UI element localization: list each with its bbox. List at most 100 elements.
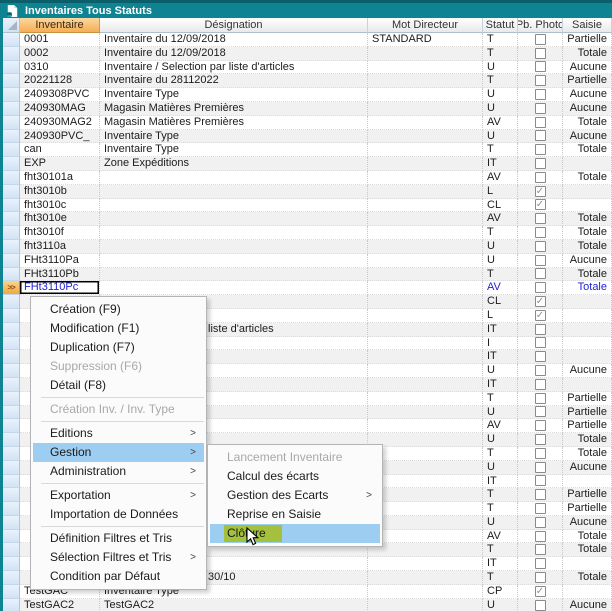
cell-statut[interactable]: T [483, 33, 518, 47]
cell-pb-photo[interactable] [518, 502, 563, 516]
cell-mot-directeur[interactable] [368, 323, 483, 337]
cell-mot-directeur[interactable]: STANDARD [368, 33, 483, 47]
cell-saisie[interactable] [563, 350, 612, 364]
cell-statut[interactable]: L [483, 185, 518, 199]
cell-saisie[interactable] [563, 475, 612, 489]
column-header-mot-directeur[interactable]: Mot Directeur [368, 18, 483, 33]
cell-mot-directeur[interactable] [368, 350, 483, 364]
cell-inventaire[interactable]: 0310 [20, 61, 100, 75]
cell-statut[interactable]: AV [483, 212, 518, 226]
row-header[interactable] [3, 254, 20, 268]
cell-statut[interactable]: U [483, 461, 518, 475]
cell-designation[interactable] [100, 212, 368, 226]
pb-photo-checkbox[interactable] [535, 255, 546, 266]
pb-photo-checkbox[interactable] [535, 448, 546, 459]
cell-statut[interactable]: T [483, 447, 518, 461]
row-header[interactable] [3, 185, 20, 199]
pb-photo-checkbox[interactable] [535, 337, 546, 348]
cell-designation[interactable] [100, 268, 368, 282]
cell-inventaire[interactable]: EXP [20, 157, 100, 171]
row-header[interactable] [3, 350, 20, 364]
cell-mot-directeur[interactable] [368, 585, 483, 599]
cell-saisie[interactable] [563, 309, 612, 323]
menu-item[interactable]: Définition Filtres et Tris [33, 529, 204, 548]
cell-pb-photo[interactable] [518, 571, 563, 585]
row-header[interactable] [3, 295, 20, 309]
menu-item[interactable]: Administration> [33, 462, 204, 481]
row-header[interactable] [3, 157, 20, 171]
cell-pb-photo[interactable] [518, 419, 563, 433]
cell-mot-directeur[interactable] [368, 309, 483, 323]
cell-mot-directeur[interactable] [368, 419, 483, 433]
cell-pb-photo[interactable] [518, 281, 563, 295]
cell-pb-photo[interactable] [518, 212, 563, 226]
row-header[interactable] [3, 419, 20, 433]
table-row[interactable]: 0002 Inventaire du 12/09/2018 T Totale [3, 47, 612, 61]
cell-statut[interactable]: AV [483, 419, 518, 433]
pb-photo-checkbox[interactable] [535, 572, 546, 583]
cell-statut[interactable]: U [483, 88, 518, 102]
pb-photo-checkbox[interactable] [535, 89, 546, 100]
pb-photo-checkbox[interactable] [535, 130, 546, 141]
cell-saisie[interactable]: Totale [563, 543, 612, 557]
table-row[interactable]: 240930PVC_ Inventaire Type U Aucune [3, 130, 612, 144]
row-header[interactable] [3, 61, 20, 75]
pb-photo-checkbox[interactable] [535, 117, 546, 128]
cell-mot-directeur[interactable] [368, 516, 483, 530]
row-header[interactable] [3, 88, 20, 102]
cell-saisie[interactable]: Totale [563, 47, 612, 61]
cell-designation[interactable] [100, 199, 368, 213]
menu-item[interactable]: Gestion> [33, 443, 204, 462]
row-header[interactable] [3, 447, 20, 461]
cell-mot-directeur[interactable] [368, 47, 483, 61]
cell-statut[interactable]: U [483, 364, 518, 378]
cell-mot-directeur[interactable] [368, 157, 483, 171]
cell-inventaire[interactable]: fht3010e [20, 212, 100, 226]
cell-mot-directeur[interactable] [368, 447, 483, 461]
table-row[interactable]: fht3010e AV Totale [3, 212, 612, 226]
cell-mot-directeur[interactable] [368, 295, 483, 309]
table-row[interactable]: 0310 Inventaire / Selection par liste d'… [3, 61, 612, 75]
pb-photo-checkbox[interactable] [535, 61, 546, 72]
menu-item[interactable]: Gestion des Ecarts> [210, 486, 380, 505]
cell-mot-directeur[interactable] [368, 557, 483, 571]
cell-mot-directeur[interactable] [368, 337, 483, 351]
cell-designation[interactable] [100, 281, 368, 295]
cell-statut[interactable]: U [483, 254, 518, 268]
cell-saisie[interactable]: Aucune [563, 254, 612, 268]
cell-mot-directeur[interactable] [368, 433, 483, 447]
row-header[interactable] [3, 571, 20, 585]
cell-mot-directeur[interactable] [368, 61, 483, 75]
cell-mot-directeur[interactable] [368, 378, 483, 392]
pb-photo-checkbox[interactable] [535, 434, 546, 445]
cell-pb-photo[interactable] [518, 364, 563, 378]
cell-pb-photo[interactable] [518, 88, 563, 102]
row-header[interactable] [3, 557, 20, 571]
menu-item[interactable]: Editions> [33, 424, 204, 443]
cell-mot-directeur[interactable] [368, 488, 483, 502]
cell-statut[interactable]: U [483, 61, 518, 75]
cell-pb-photo[interactable] [518, 74, 563, 88]
cell-designation[interactable]: Inventaire Type [100, 88, 368, 102]
row-header[interactable] [3, 47, 20, 61]
pb-photo-checkbox[interactable] [535, 475, 546, 486]
cell-statut[interactable]: U [483, 102, 518, 116]
table-row[interactable]: FHt3110Pa U Aucune [3, 254, 612, 268]
cell-designation[interactable]: Inventaire / Selection par liste d'artic… [100, 61, 368, 75]
menu-item[interactable]: Reprise en Saisie [210, 505, 380, 524]
cell-saisie[interactable]: Partielle [563, 419, 612, 433]
cell-inventaire[interactable]: 240930MAG2 [20, 116, 100, 130]
cell-pb-photo[interactable] [518, 516, 563, 530]
row-header[interactable] [3, 337, 20, 351]
cell-pb-photo[interactable] [518, 543, 563, 557]
row-header[interactable] [3, 226, 20, 240]
cell-statut[interactable]: U [483, 130, 518, 144]
row-header[interactable] [3, 309, 20, 323]
table-row[interactable]: can Inventaire Type T Totale [3, 143, 612, 157]
cell-mot-directeur[interactable] [368, 116, 483, 130]
row-header[interactable] [3, 475, 20, 489]
pb-photo-checkbox[interactable] [535, 489, 546, 500]
cell-statut[interactable]: U [483, 240, 518, 254]
cell-pb-photo[interactable] [518, 116, 563, 130]
cell-saisie[interactable]: Totale [563, 433, 612, 447]
